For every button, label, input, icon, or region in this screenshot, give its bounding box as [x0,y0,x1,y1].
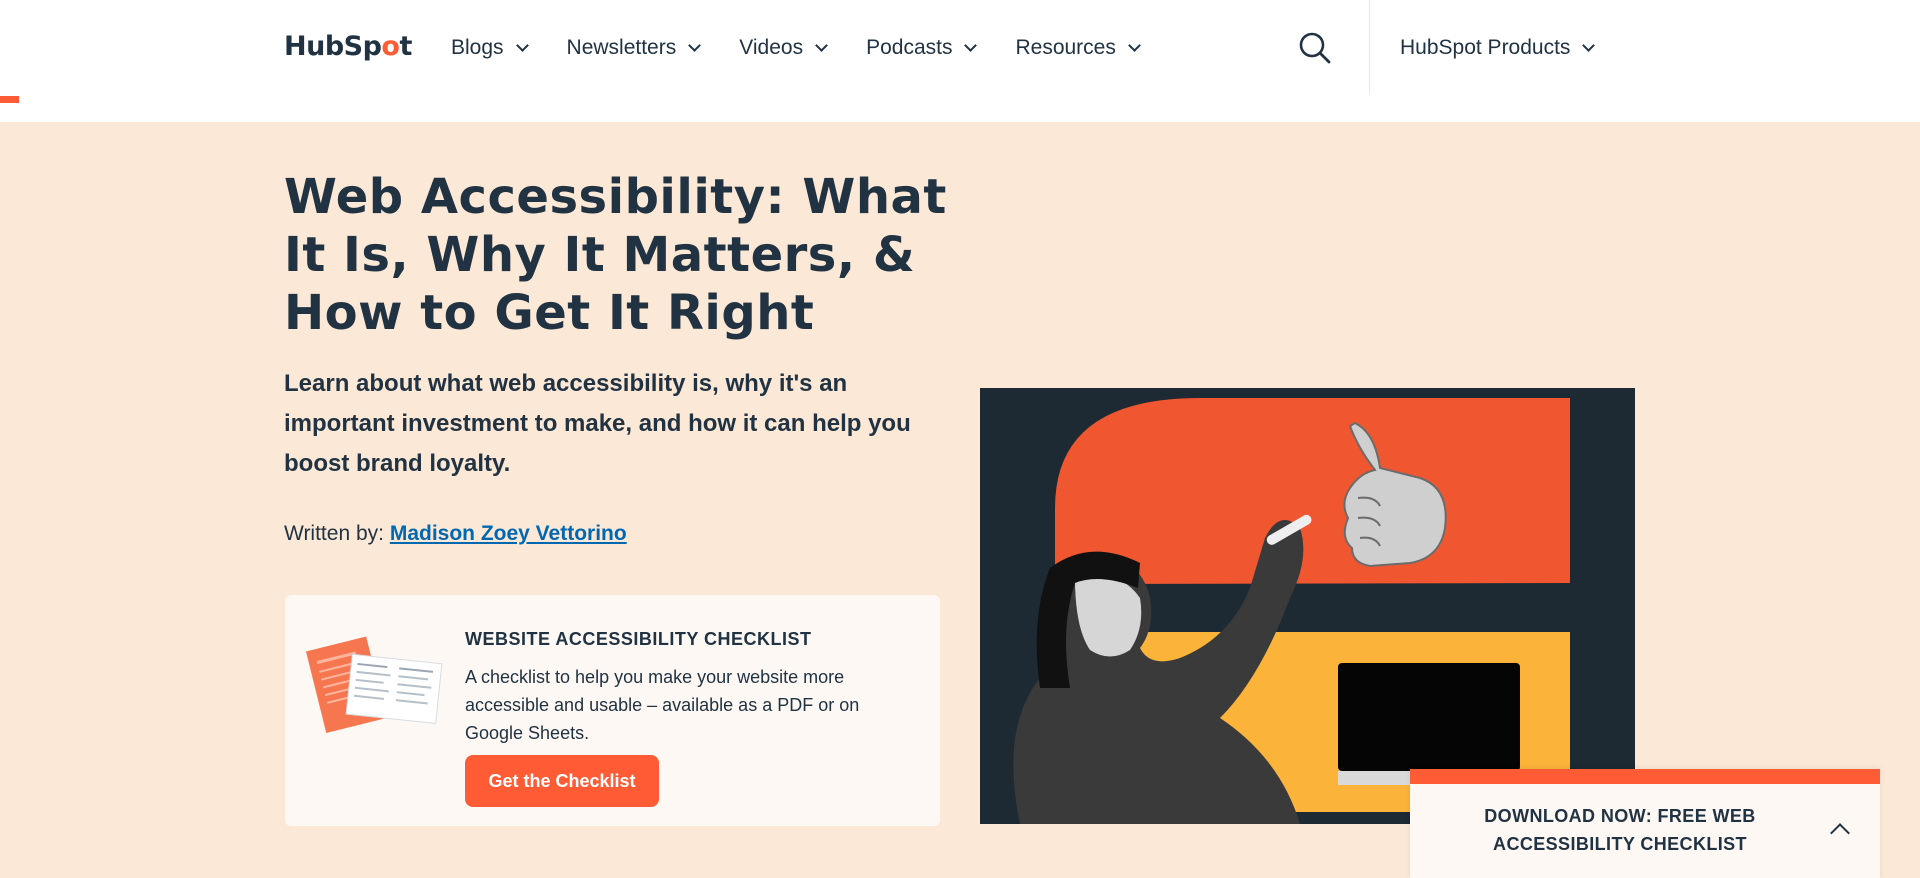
nav-item-newsletters[interactable]: Newsletters [566,36,702,60]
logo-text: HubSp [284,30,382,62]
chevron-down-icon [815,39,828,52]
nav-label: Podcasts [866,36,953,59]
chevron-down-icon [1127,39,1141,52]
site-header: HubSp o t Blogs Newsletters Videos Podcast… [0,0,1920,122]
author-link[interactable]: Madison Zoey Vettorino [390,522,627,545]
download-checklist-banner[interactable]: DOWNLOAD NOW: FREE WEB ACCESSIBILITY CHE… [1410,769,1880,878]
nav-item-videos[interactable]: Videos [739,36,828,60]
chevron-down-icon [515,39,529,52]
header-divider [1369,0,1370,94]
search-icon[interactable] [1298,31,1332,65]
hubspot-products-menu[interactable]: HubSpot Products [1400,30,1596,66]
author-line: Written by: Madison Zoey Vettorino [284,522,627,546]
page-title: Web Accessibility: What It Is, Why It Ma… [284,169,947,341]
download-banner-text: DOWNLOAD NOW: FREE WEB ACCESSIBILITY CHE… [1484,806,1756,854]
nav-label: Blogs [451,36,504,59]
get-checklist-button[interactable]: Get the Checklist [465,755,659,807]
products-label: HubSpot Products [1400,36,1571,59]
nav-item-resources[interactable]: Resources [1015,36,1141,60]
hubspot-logo[interactable]: HubSp o t [284,30,412,62]
author-prefix: Written by: [284,522,384,545]
nav-label: Videos [739,36,804,59]
reading-progress-bar [0,96,19,103]
nav-item-podcasts[interactable]: Podcasts [866,36,978,60]
chevron-down-icon [964,39,978,52]
logo-text-end: t [399,30,412,62]
chevron-down-icon [688,39,702,52]
main-nav: Blogs Newsletters Videos Podcasts Resour… [451,30,1179,66]
checklist-thumbnail-image [305,629,445,739]
checklist-description: A checklist to help you make your websit… [465,667,860,743]
nav-label: Resources [1015,36,1116,59]
checklist-heading: WEBSITE ACCESSIBILITY CHECKLIST [465,629,812,649]
checklist-offer-card: WEBSITE ACCESSIBILITY CHECKLIST A checkl… [285,595,940,826]
logo-sprocket: o [381,30,400,62]
nav-label: Newsletters [566,36,677,59]
chevron-up-icon[interactable] [1830,823,1850,843]
article-subtitle: Learn about what web accessibility is, w… [284,370,911,477]
hero-illustration-image [980,388,1635,824]
chevron-down-icon [1582,39,1596,52]
nav-item-blogs[interactable]: Blogs [451,36,529,60]
